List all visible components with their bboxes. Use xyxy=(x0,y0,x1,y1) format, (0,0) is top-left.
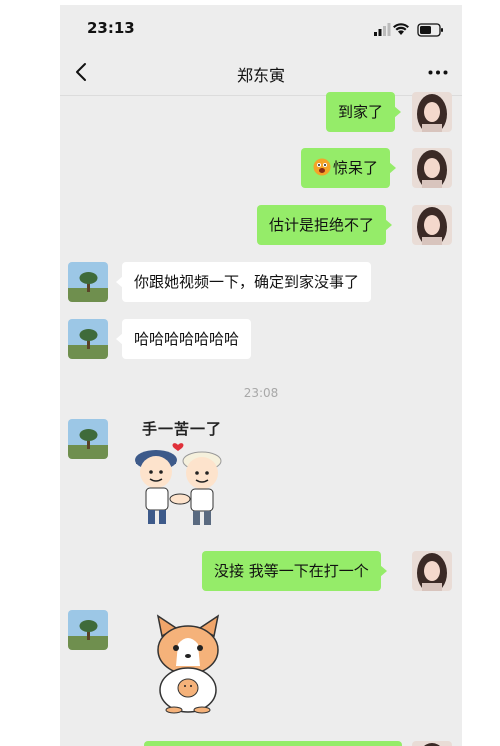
contact-avatar[interactable] xyxy=(68,419,108,459)
more-options-icon[interactable] xyxy=(428,70,448,75)
avatar-tree-landscape-icon xyxy=(68,262,108,302)
message-text: 惊呆了 xyxy=(333,159,379,177)
surprised-face-emoji xyxy=(313,158,331,176)
message-bubble-incoming[interactable]: 哈哈哈哈哈哈哈 xyxy=(115,319,252,359)
message-bubble-outgoing[interactable]: 估计是拒绝不了 xyxy=(257,205,393,245)
my-avatar[interactable] xyxy=(412,205,452,245)
message-text: 到家了 xyxy=(338,103,384,121)
message-bubble-incoming[interactable]: 你跟她视频一下，确定到家没事了 xyxy=(115,262,372,302)
message-list[interactable]: 到家了 惊呆了 估计是拒绝不了 你跟她视频一下，确定到家没事了 哈哈哈哈哈哈哈 … xyxy=(60,92,462,746)
status-time: 23:13 xyxy=(87,19,135,37)
chat-header: 郑东寅 xyxy=(60,49,462,96)
contact-avatar[interactable] xyxy=(68,319,108,359)
message-text: 哈哈哈哈哈哈哈 xyxy=(134,330,240,348)
message-text: 你跟她视频一下，确定到家没事了 xyxy=(134,273,360,291)
contact-avatar[interactable] xyxy=(68,610,108,650)
my-avatar[interactable] xyxy=(412,148,452,188)
message-bubble-outgoing[interactable]: 惊呆了 xyxy=(301,148,397,188)
status-icons xyxy=(374,23,443,37)
avatar-tree-landscape-icon xyxy=(68,419,108,459)
avatar-girl-icon xyxy=(412,92,452,132)
wifi-icon xyxy=(393,23,409,35)
avatar-tree-landscape-icon xyxy=(68,610,108,650)
sticker-message[interactable] xyxy=(148,614,228,714)
message-bubble-outgoing-partial[interactable] xyxy=(144,741,402,746)
avatar-tree-landscape-icon xyxy=(68,319,108,359)
sticker-caption: 手一苦一了 xyxy=(141,420,222,438)
contact-name: 郑东寅 xyxy=(236,66,285,85)
corgi-holding-puppy-sticker xyxy=(156,614,220,714)
avatar-girl-icon xyxy=(412,205,452,245)
contact-avatar[interactable] xyxy=(68,262,108,302)
battery-icon xyxy=(417,23,443,37)
signal-icon xyxy=(374,23,391,36)
time-divider: 23:08 xyxy=(243,386,279,400)
message-bubble-outgoing[interactable]: 没接 我等一下在打一个 xyxy=(202,551,387,591)
my-avatar[interactable] xyxy=(412,92,452,132)
message-bubble-outgoing[interactable]: 到家了 xyxy=(326,92,402,132)
avatar-girl-icon xyxy=(412,741,452,746)
avatar-girl-icon xyxy=(412,551,452,591)
message-text: 估计是拒绝不了 xyxy=(269,216,375,234)
phone-screen: 23:13 郑东寅 到家了 惊呆了 估计是拒绝不了 你跟她视频一下，确定到家没事… xyxy=(60,5,462,746)
message-text: 没接 我等一下在打一个 xyxy=(214,562,369,580)
avatar-girl-icon xyxy=(412,148,452,188)
status-bar: 23:13 xyxy=(60,5,462,49)
two-friends-handshake-sticker xyxy=(135,443,222,525)
my-avatar[interactable] xyxy=(412,741,452,746)
sticker-message[interactable]: 手一苦一了 xyxy=(130,419,234,531)
my-avatar[interactable] xyxy=(412,551,452,591)
